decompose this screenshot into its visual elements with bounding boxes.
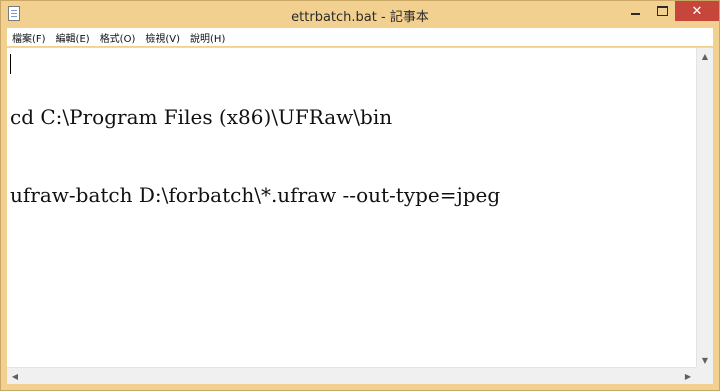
menu-file[interactable]: 檔案(F) <box>7 30 51 45</box>
window-title: ettrbatch.bat - 記事本 <box>291 10 429 25</box>
resize-grip[interactable] <box>696 367 713 384</box>
scroll-down-icon[interactable]: ▼ <box>697 352 713 368</box>
title-bar[interactable]: ettrbatch.bat - 記事本 ✕ <box>1 1 719 28</box>
menu-bar: 檔案(F) 編輯(E) 格式(O) 檢視(V) 說明(H) <box>7 28 713 46</box>
menu-edit[interactable]: 編輯(E) <box>51 30 95 45</box>
editor-line-2: ufraw-batch D:\forbatch\*.ufraw --out-ty… <box>10 183 501 207</box>
scroll-left-icon[interactable]: ◀ <box>7 368 23 384</box>
notepad-window: ettrbatch.bat - 記事本 ✕ 檔案(F) 編輯(E) 格式(O) … <box>0 0 720 391</box>
text-editor[interactable]: cd C:\Program Files (x86)\UFRaw\bin ufra… <box>7 47 713 368</box>
scroll-right-icon[interactable]: ▶ <box>680 368 696 384</box>
close-icon: ✕ <box>691 3 703 19</box>
minimize-button[interactable] <box>622 1 649 21</box>
close-button[interactable]: ✕ <box>675 1 719 21</box>
maximize-button[interactable] <box>649 1 676 21</box>
menu-help[interactable]: 說明(H) <box>185 30 230 45</box>
editor-text[interactable]: cd C:\Program Files (x86)\UFRaw\bin ufra… <box>10 52 693 365</box>
menu-view[interactable]: 檢視(V) <box>140 30 185 45</box>
vertical-scrollbar[interactable]: ▲ ▼ <box>696 48 713 368</box>
text-caret <box>10 54 11 74</box>
maximize-icon <box>657 6 668 16</box>
horizontal-scrollbar[interactable]: ◀ ▶ <box>7 367 696 384</box>
minimize-icon <box>631 13 640 15</box>
menu-format[interactable]: 格式(O) <box>95 30 141 45</box>
editor-line-1: cd C:\Program Files (x86)\UFRaw\bin <box>10 105 393 129</box>
scroll-up-icon[interactable]: ▲ <box>697 48 713 64</box>
